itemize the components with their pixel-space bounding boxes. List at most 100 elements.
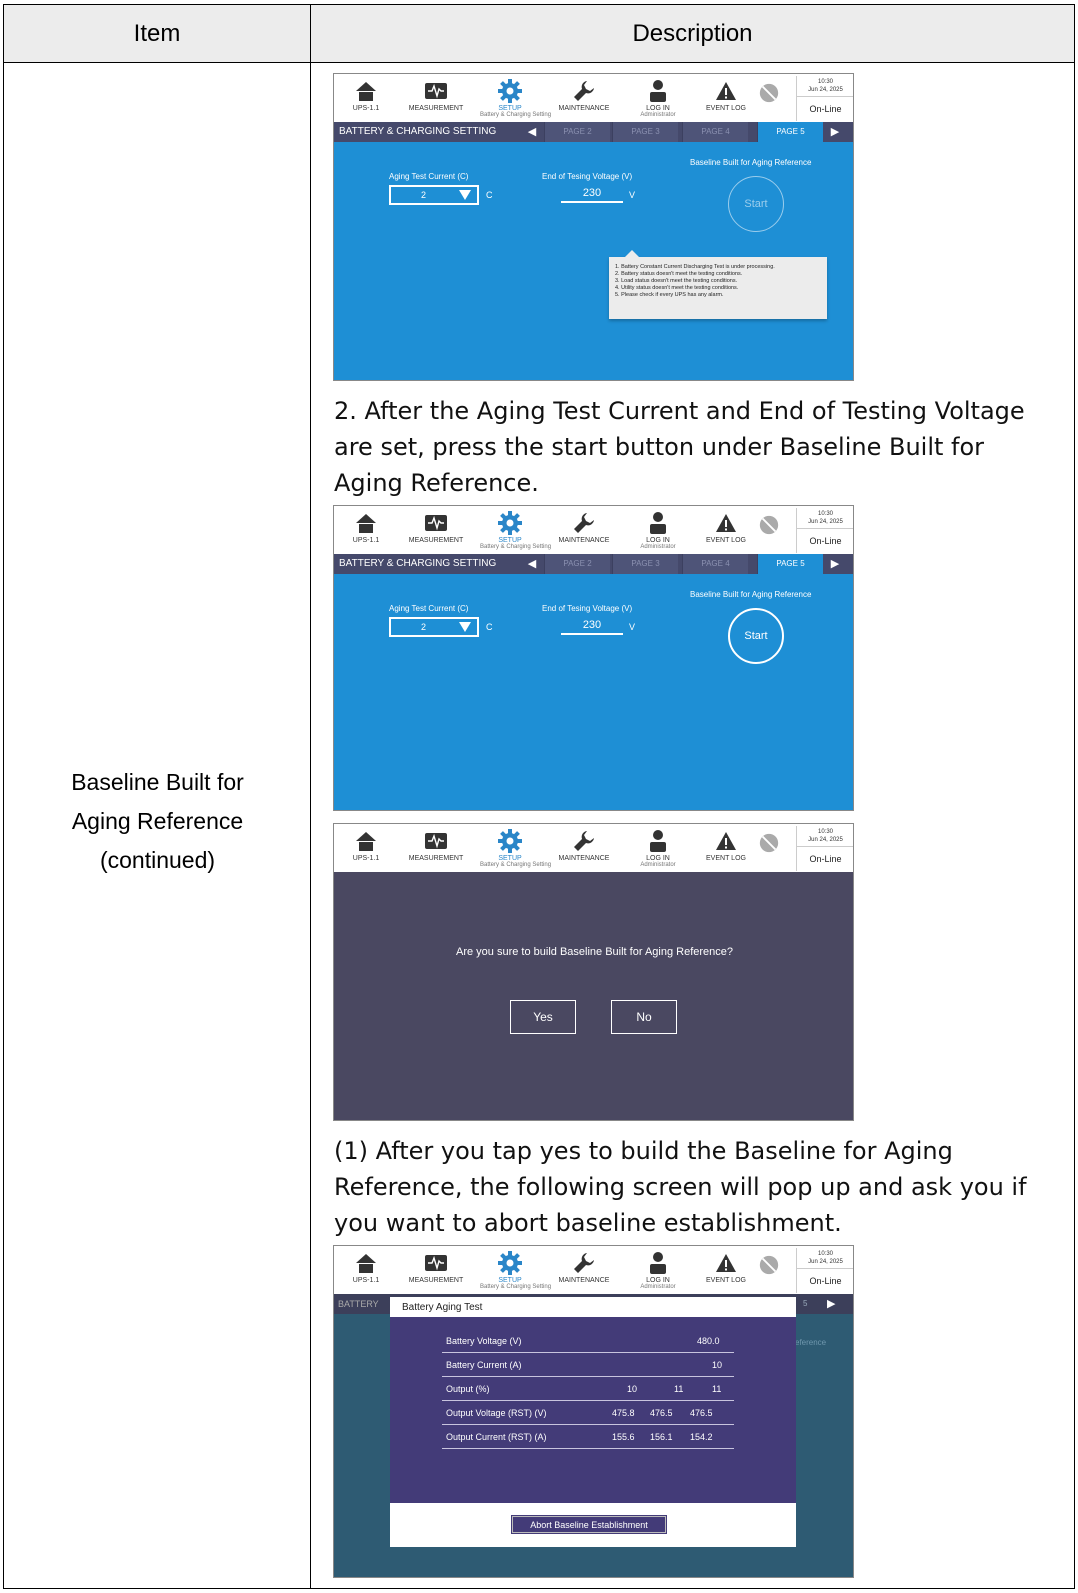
tab-page-5[interactable]: PAGE 5 xyxy=(757,122,823,142)
mute-icon[interactable] xyxy=(758,1254,780,1276)
nav-measurement[interactable]: MEASUREMENT xyxy=(406,827,466,871)
nav-event-log[interactable]: EVENT LOG xyxy=(696,77,756,121)
next-page-arrow[interactable]: ▶ xyxy=(825,122,845,142)
time: 10:30 xyxy=(817,511,833,517)
tab-page-3[interactable]: PAGE 3 xyxy=(612,554,678,574)
nav-login[interactable]: LOG IN Administrator xyxy=(628,1249,688,1293)
nav-setup-sub: Battery & Charging Setting xyxy=(480,112,552,118)
nav-ups-label: UPS-1.1 xyxy=(352,855,380,862)
user-icon xyxy=(650,830,666,852)
dimmed-page-number: 5 xyxy=(803,1299,808,1308)
yes-button[interactable]: Yes xyxy=(510,1000,576,1034)
nav-setup[interactable]: SETUP Battery & Charging Setting xyxy=(480,77,552,121)
dimmed-background: BATTERY 5 ▶ eference Battery Aging Test … xyxy=(334,1294,853,1577)
nav-login-sub: Administrator xyxy=(640,1284,676,1290)
nav-maintenance-label: MAINTENANCE xyxy=(558,105,610,112)
tab-page-2[interactable]: PAGE 2 xyxy=(544,554,610,574)
datetime: 10:30 Jun 24, 2025 xyxy=(796,826,853,847)
tab-page-2[interactable]: PAGE 2 xyxy=(544,122,610,142)
nav-event-log-label: EVENT LOG xyxy=(706,855,746,862)
tab-page-5[interactable]: PAGE 5 xyxy=(757,554,823,574)
abort-baseline-button[interactable]: Abort Baseline Establishment xyxy=(511,1515,667,1534)
gear-icon xyxy=(498,1251,522,1275)
confirm-question: Are you sure to build Baseline Built for… xyxy=(456,946,733,958)
nav-event-log[interactable]: EVENT LOG xyxy=(696,1249,756,1293)
nav-setup[interactable]: SETUP Battery & Charging Setting xyxy=(480,509,551,553)
conditions-tooltip: 1. Battery Constant Current Discharging … xyxy=(609,250,827,319)
nav-maintenance[interactable]: MAINTENANCE xyxy=(554,827,614,871)
end-voltage-unit: V xyxy=(629,622,636,632)
nav-setup[interactable]: SETUP Battery & Charging Setting xyxy=(480,827,552,871)
nav-measurement[interactable]: MEASUREMENT xyxy=(406,77,466,121)
nav-maintenance[interactable]: MAINTENANCE xyxy=(554,509,614,553)
status-text: On-Line xyxy=(796,529,853,553)
step-2-1-paragraph: (1) After you tap yes to build the Basel… xyxy=(334,1137,1027,1237)
datetime: 10:30 Jun 24, 2025 xyxy=(796,76,853,97)
next-page-arrow[interactable]: ▶ xyxy=(825,554,845,574)
step-2-paragraph: 2. After the Aging Test Current and End … xyxy=(334,397,1025,497)
home-icon xyxy=(356,514,376,533)
tab-bar: BATTERY & CHARGING SETTING ◀ PAGE 2 PAGE… xyxy=(334,122,853,142)
nav-maintenance-label: MAINTENANCE xyxy=(558,855,610,862)
nav-ups[interactable]: UPS-1.1 xyxy=(336,827,396,871)
prev-page-arrow[interactable]: ◀ xyxy=(522,554,542,574)
item-column-header: Item xyxy=(4,5,311,63)
nav-setup-sub: Battery & Charging Setting xyxy=(480,862,552,868)
modal-body: Battery Voltage (V) 480.0 Battery Curren… xyxy=(390,1317,796,1503)
mute-icon[interactable] xyxy=(758,514,780,536)
top-nav-bar: UPS-1.1 MEASUREMENT SETUP Battery & Char… xyxy=(334,506,853,554)
nav-setup[interactable]: SETUP Battery & Charging Setting xyxy=(480,1249,551,1293)
waveform-icon xyxy=(425,83,447,99)
nav-ups[interactable]: UPS-1.1 xyxy=(336,509,396,553)
nav-maintenance[interactable]: MAINTENANCE xyxy=(554,77,614,121)
nav-event-log[interactable]: EVENT LOG xyxy=(696,827,756,871)
nav-event-log-label: EVENT LOG xyxy=(706,105,746,112)
row-value: 155.6 xyxy=(612,1432,635,1442)
description-column-header: Description xyxy=(632,20,753,47)
end-voltage-input[interactable]: 230 xyxy=(561,187,623,203)
prev-page-arrow[interactable]: ◀ xyxy=(522,122,542,142)
nav-login[interactable]: LOG IN Administrator xyxy=(628,77,688,121)
row-label: Output (%) xyxy=(446,1384,490,1394)
end-voltage-input[interactable]: 230 xyxy=(561,619,623,635)
gear-icon xyxy=(498,829,522,853)
tab-page-4[interactable]: PAGE 4 xyxy=(682,122,748,142)
top-nav-bar: UPS-1.1 MEASUREMENT SETUP Battery & Char… xyxy=(334,1246,853,1294)
datetime: 10:30 Jun 24, 2025 xyxy=(796,508,853,529)
wrench-icon xyxy=(574,1253,594,1273)
nav-login[interactable]: LOG IN Administrator xyxy=(628,827,688,871)
aging-current-unit: C xyxy=(486,190,493,200)
aging-current-label: Aging Test Current (C) xyxy=(389,172,469,181)
nav-measurement[interactable]: MEASUREMENT xyxy=(406,1249,466,1293)
dimmed-next-arrow: ▶ xyxy=(827,1298,836,1310)
row-label: Battery Voltage (V) xyxy=(446,1336,522,1346)
start-button[interactable]: Start xyxy=(728,608,784,664)
nav-ups[interactable]: UPS-1.1 xyxy=(336,77,396,121)
waveform-icon xyxy=(425,833,447,849)
nav-event-log[interactable]: EVENT LOG xyxy=(696,509,756,553)
modal-title: Battery Aging Test xyxy=(402,1302,483,1313)
tooltip-line: 2. Battery status doesn't meet the testi… xyxy=(615,271,743,277)
date: Jun 24, 2025 xyxy=(808,519,843,525)
mute-icon[interactable] xyxy=(758,832,780,854)
dropdown-arrow-icon xyxy=(459,622,471,632)
nav-measurement-label: MEASUREMENT xyxy=(408,855,464,862)
table-row: Battery Current (A) 10 xyxy=(442,1353,734,1377)
start-button-disabled[interactable]: Start xyxy=(728,176,784,232)
table-row: Output Current (RST) (A) 155.6 156.1 154… xyxy=(442,1425,734,1449)
gear-icon xyxy=(498,79,522,103)
row-label: Battery Current (A) xyxy=(446,1360,522,1370)
item-name-line-1: Baseline Built for xyxy=(71,769,244,795)
nav-maintenance[interactable]: MAINTENANCE xyxy=(554,1249,614,1293)
nav-login[interactable]: LOG IN Administrator xyxy=(628,509,688,553)
no-button[interactable]: No xyxy=(611,1000,677,1034)
nav-ups[interactable]: UPS-1.1 xyxy=(336,1249,396,1293)
home-icon xyxy=(356,82,376,101)
mute-icon[interactable] xyxy=(758,82,780,104)
dropdown-arrow-icon xyxy=(459,190,471,200)
tab-page-4[interactable]: PAGE 4 xyxy=(682,554,748,574)
aging-current-select[interactable]: 2 xyxy=(389,185,479,205)
tab-page-3[interactable]: PAGE 3 xyxy=(612,122,678,142)
nav-measurement[interactable]: MEASUREMENT xyxy=(406,509,466,553)
aging-current-select[interactable]: 2 xyxy=(389,617,479,637)
